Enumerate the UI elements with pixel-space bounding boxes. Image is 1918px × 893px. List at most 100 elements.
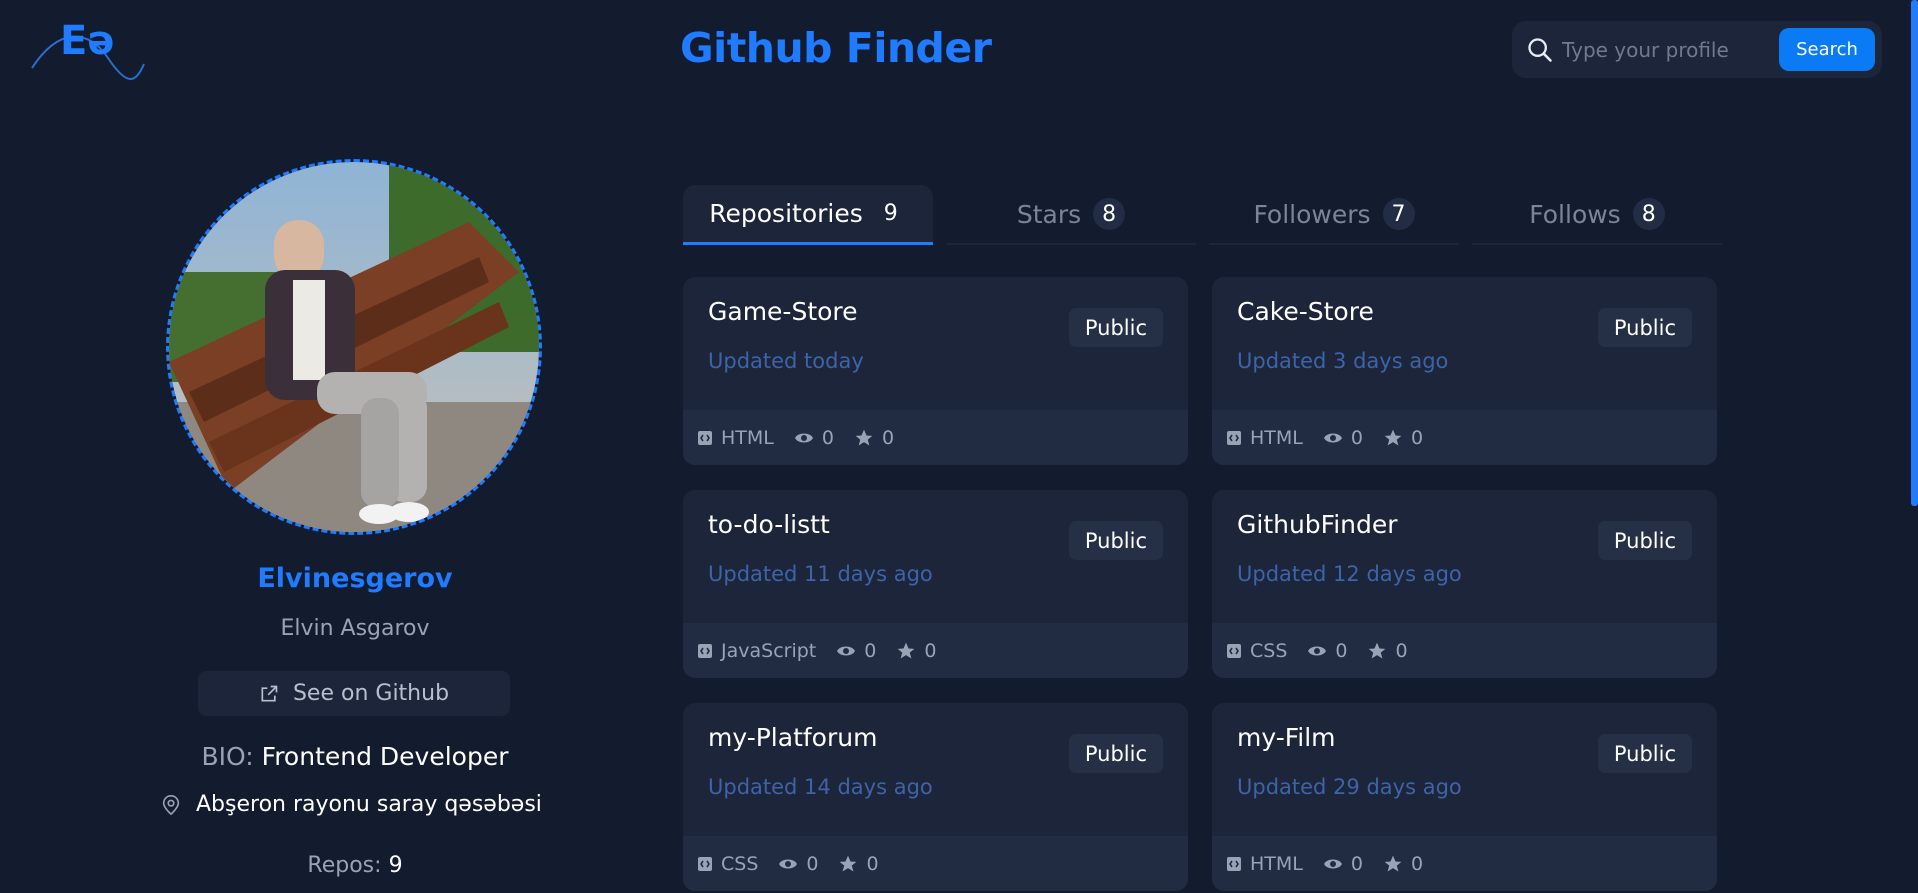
eye-icon <box>1323 433 1342 442</box>
logo-text: Eə <box>60 18 114 64</box>
repo-watchers: 0 <box>864 639 877 662</box>
code-file-icon <box>1227 430 1241 445</box>
code-file-icon <box>1227 856 1241 871</box>
tab-stars[interactable]: Stars 8 <box>946 185 1196 245</box>
see-on-github-button[interactable]: See on Github <box>198 671 510 716</box>
repo-card[interactable]: Game-Store Updated today Public HTML 0 0 <box>683 277 1188 465</box>
repo-footer: HTML 0 0 <box>1212 836 1717 891</box>
repo-stars: 0 <box>1410 852 1424 875</box>
repos-label: Repos: <box>307 853 382 878</box>
tab-count: 7 <box>1382 198 1415 230</box>
repo-card[interactable]: to-do-listt Updated 11 days ago Public J… <box>683 490 1188 678</box>
repo-footer: CSS 0 0 <box>683 836 1188 891</box>
repo-name[interactable]: GithubFinder <box>1237 510 1398 539</box>
search-input[interactable] <box>1562 33 1772 67</box>
repo-name[interactable]: Game-Store <box>708 297 858 326</box>
eye-icon <box>1308 646 1327 655</box>
repo-updated: Updated 11 days ago <box>708 562 933 586</box>
logo[interactable]: Eə <box>28 10 146 90</box>
repo-updated: Updated today <box>708 349 864 373</box>
tabs: Repositories 9 Stars 8 Followers 7 Follo… <box>683 185 1722 245</box>
star-icon <box>1369 642 1386 658</box>
tab-count: 9 <box>883 201 898 226</box>
repo-language: CSS <box>721 852 759 875</box>
visibility-badge: Public <box>1597 308 1692 347</box>
search-box: Search <box>1512 21 1882 78</box>
external-link-icon <box>261 685 278 701</box>
eye-icon <box>794 433 813 442</box>
tab-label: Followers <box>1253 199 1371 229</box>
star-icon <box>1384 855 1402 871</box>
repo-language: JavaScript <box>721 639 817 662</box>
see-on-github-label: See on Github <box>292 681 450 706</box>
repo-language: HTML <box>1250 426 1303 449</box>
profile-name: Elvin Asgarov <box>280 616 430 641</box>
scrollbar[interactable] <box>1910 0 1918 893</box>
repo-stars: 0 <box>1410 426 1424 449</box>
tab-label: Follows <box>1529 199 1621 229</box>
tab-followers[interactable]: Followers 7 <box>1209 185 1459 245</box>
repo-footer: CSS 0 0 <box>1212 623 1717 678</box>
star-icon <box>855 429 873 445</box>
star-icon <box>840 855 857 871</box>
bio: BIO: Frontend Developer <box>0 742 710 771</box>
repo-updated: Updated 3 days ago <box>1237 349 1449 373</box>
location: Abşeron rayonu saray qəsəbəsi <box>160 792 542 817</box>
repo-card[interactable]: my-Film Updated 29 days ago Public HTML … <box>1212 703 1717 891</box>
repo-footer: HTML 0 0 <box>1212 410 1717 465</box>
code-file-icon <box>698 856 712 871</box>
avatar <box>166 159 542 535</box>
repo-stars: 0 <box>1395 639 1408 662</box>
repo-name[interactable]: to-do-listt <box>708 510 830 539</box>
repo-footer: HTML 0 0 <box>683 410 1188 465</box>
repo-watchers: 0 <box>806 852 819 875</box>
avatar-image <box>169 162 539 532</box>
repos-value: 9 <box>388 853 403 878</box>
repo-watchers: 0 <box>1350 426 1363 449</box>
code-file-icon <box>698 430 712 445</box>
visibility-badge: Public <box>1597 734 1692 773</box>
code-file-icon <box>698 643 712 658</box>
repo-updated: Updated 14 days ago <box>708 775 933 799</box>
repo-language: HTML <box>721 426 774 449</box>
search-button[interactable]: Search <box>1779 28 1875 71</box>
eye-icon <box>1323 859 1342 868</box>
repo-name[interactable]: Cake-Store <box>1237 297 1374 326</box>
repo-language: HTML <box>1250 852 1303 875</box>
page-title: Github Finder <box>680 24 992 72</box>
repo-name[interactable]: my-Film <box>1237 723 1336 752</box>
tab-follows[interactable]: Follows 8 <box>1472 185 1722 245</box>
bio-label: BIO: <box>201 742 254 771</box>
repo-list: Game-Store Updated today Public HTML 0 0… <box>683 277 1717 891</box>
star-icon <box>1384 429 1402 445</box>
tab-label: Stars <box>1016 199 1082 229</box>
visibility-badge: Public <box>1068 734 1163 773</box>
repos-count: Repos: 9 <box>0 853 710 878</box>
star-icon <box>898 642 915 658</box>
tab-count: 8 <box>1632 198 1665 230</box>
location-pin-icon <box>162 794 180 815</box>
repo-stars: 0 <box>924 639 937 662</box>
repo-footer: JavaScript 0 0 <box>683 623 1188 678</box>
search-icon <box>1528 38 1552 62</box>
repo-stars: 0 <box>866 852 879 875</box>
eye-icon <box>779 859 798 868</box>
location-text: Abşeron rayonu saray qəsəbəsi <box>196 792 542 817</box>
scrollbar-thumb[interactable] <box>1911 0 1918 506</box>
visibility-badge: Public <box>1068 308 1163 347</box>
eye-icon <box>837 646 856 655</box>
repo-card[interactable]: my-Platforum Updated 14 days ago Public … <box>683 703 1188 891</box>
tab-repositories[interactable]: Repositories 9 <box>683 185 933 245</box>
repo-watchers: 0 <box>1335 639 1348 662</box>
profile-login: Elvinesgerov <box>257 563 453 594</box>
tab-count: 8 <box>1093 198 1126 230</box>
repo-updated: Updated 12 days ago <box>1237 562 1462 586</box>
bio-value: Frontend Developer <box>261 742 509 771</box>
repo-updated: Updated 29 days ago <box>1237 775 1462 799</box>
tab-label: Repositories <box>709 199 863 228</box>
repo-card[interactable]: Cake-Store Updated 3 days ago Public HTM… <box>1212 277 1717 465</box>
repo-card[interactable]: GithubFinder Updated 12 days ago Public … <box>1212 490 1717 678</box>
repo-name[interactable]: my-Platforum <box>708 723 877 752</box>
repo-stars: 0 <box>881 426 895 449</box>
code-file-icon <box>1227 643 1241 658</box>
